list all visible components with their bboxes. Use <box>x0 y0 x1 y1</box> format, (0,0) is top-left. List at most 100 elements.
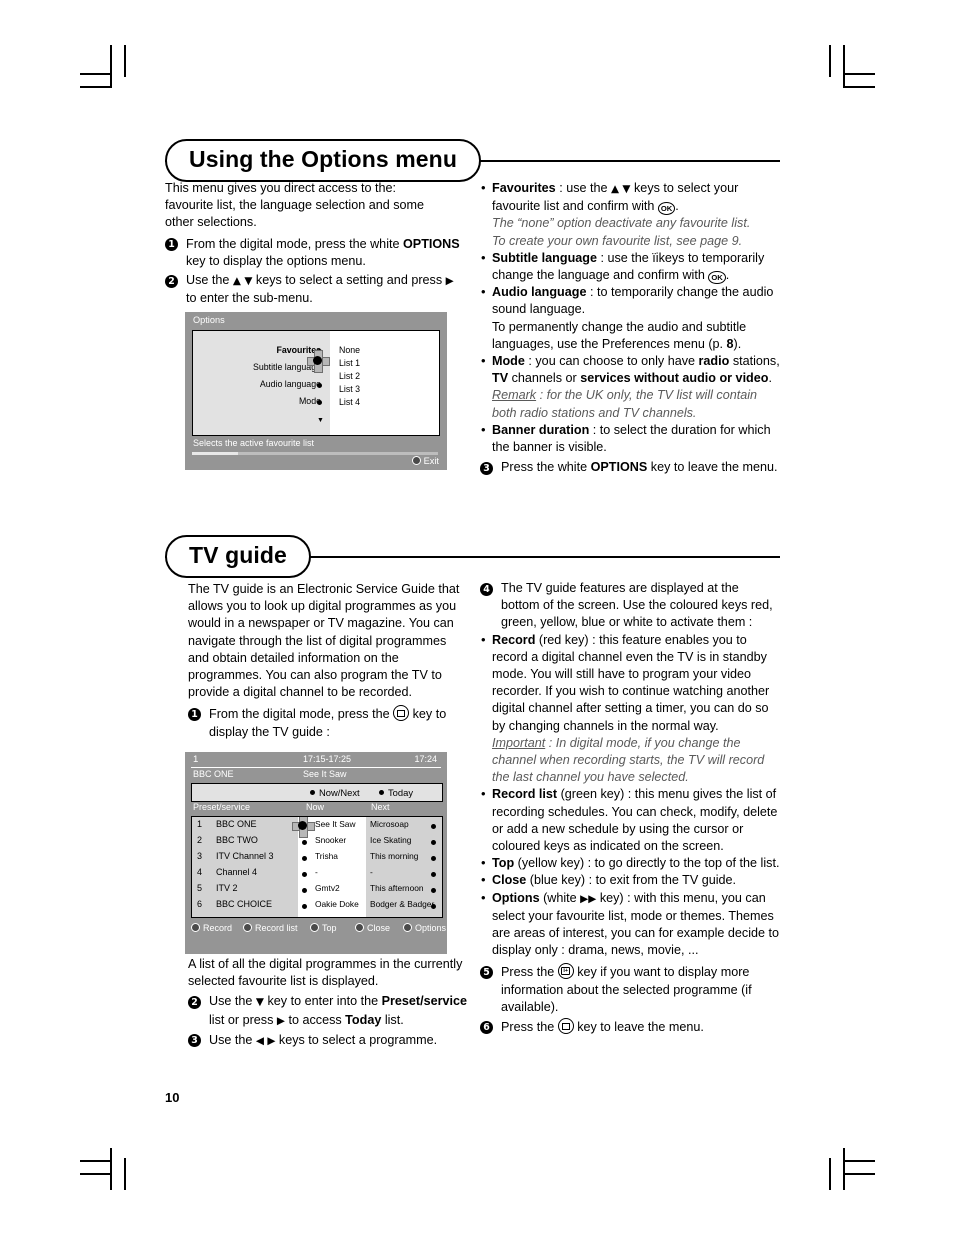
osd-item-dot-icon <box>317 400 322 405</box>
footer-key-close[interactable]: Close <box>355 923 390 933</box>
exit-key-dot-icon <box>411 456 421 465</box>
numbered-step: 5 Press the key if you want to display mo… <box>480 963 780 1016</box>
osd-value-option-3[interactable]: List 2 <box>339 371 360 381</box>
row-now-programme: Oakie Doke <box>315 899 359 909</box>
crop-mark <box>110 1148 112 1190</box>
step-text: Use the ◀ ▶ keys to select a programme. <box>209 1032 438 1047</box>
heading-pill-options: Using the Options menu <box>165 139 481 182</box>
row-next-dot-icon <box>431 856 436 861</box>
navigation-cursor-icon <box>292 817 315 838</box>
bullet-item: Record list (green key) : this menu give… <box>480 785 780 855</box>
crop-mark <box>843 1173 875 1175</box>
osd-menu-item-4[interactable]: Mode <box>203 396 321 406</box>
row-next-dot-icon <box>431 824 436 829</box>
step-number: 1 <box>188 707 201 721</box>
step-text: Press the key to leave the menu. <box>501 1018 704 1035</box>
note-text: Important : In digital mode, if you chan… <box>492 735 765 785</box>
tvguide-programme-name: See It Saw <box>303 769 347 779</box>
row-next-dot-icon <box>431 872 436 877</box>
step-text: Press the key if you want to display mor… <box>501 963 752 1014</box>
tab-today[interactable]: Today <box>379 787 413 798</box>
tvguide-step-4: 4 The TV guide features are displayed at … <box>480 580 780 632</box>
options-intro-text: This menu gives you direct access to the… <box>165 181 425 230</box>
crop-mark <box>124 45 126 77</box>
row-now-programme: - <box>315 867 318 877</box>
osd-status-text: Selects the active favourite list <box>193 438 315 448</box>
tab-now-next[interactable]: Now/Next <box>310 787 360 798</box>
tvguide-channel-name: BBC ONE <box>193 769 234 779</box>
crop-mark <box>110 45 112 87</box>
footer-key-dot-icon <box>310 923 319 932</box>
column-header-now: Now <box>306 802 325 812</box>
column-header-next: Next <box>371 802 390 812</box>
osd-value-option-5[interactable]: List 4 <box>339 397 360 407</box>
crop-mark <box>843 45 845 87</box>
row-next-programme: Ice Skating <box>370 835 412 845</box>
column-header-preset: Preset/service <box>193 802 251 812</box>
tvguide-row[interactable]: 3 ITV Channel 3 Trisha This morning <box>192 851 442 867</box>
row-preset-number: 4 <box>197 867 203 877</box>
page-number: 10 <box>165 1090 180 1105</box>
osd-value-option-1[interactable]: None <box>339 345 360 355</box>
footer-key-options[interactable]: Options <box>403 923 446 933</box>
row-next-programme: Bodger & Badger <box>370 899 435 909</box>
numbered-step: 2 Use the ▼ key to enter into the Preset/… <box>188 993 470 1029</box>
options-menu-screenshot: Options Favourites Subtitle language Audio… <box>185 312 447 470</box>
tvguide-footer-keys: Record Record list Top Close Options <box>185 922 447 936</box>
tvguide-row[interactable]: 4 Channel 4 - - <box>192 867 442 883</box>
crop-mark <box>80 1173 112 1175</box>
note-text: Remark : for the UK only, the TV list wi… <box>492 388 758 420</box>
numbered-step: 3 Press the white OPTIONS key to leave th… <box>480 459 780 476</box>
tvguide-step-1: 1 From the digital mode, press the key to… <box>188 705 470 740</box>
options-steps-list: 1 From the digital mode, press the white … <box>165 236 465 308</box>
footer-key-record[interactable]: Record <box>191 923 232 933</box>
crop-mark <box>80 86 112 88</box>
osd-menu-item-3[interactable]: Audio language <box>203 379 321 389</box>
tvguide-tab-bar: Now/Next Today <box>191 783 443 802</box>
osd-title: Options <box>193 315 225 325</box>
tvguide-row[interactable]: 1 BBC ONE See It Saw Microsoap <box>192 819 442 835</box>
row-now-dot-icon <box>302 872 307 877</box>
tvguide-section-heading: TV guide <box>165 535 780 578</box>
numbered-step: 6 Press the key to leave the menu. <box>480 1018 780 1036</box>
footer-key-top[interactable]: Top <box>310 923 337 933</box>
bullet-item: Record (red key) : this feature enables … <box>480 631 780 735</box>
footer-key-record-list[interactable]: Record list <box>243 923 298 933</box>
step-text: Press the white OPTIONS key to leave the… <box>501 460 778 475</box>
tvguide-intro-column: The TV guide is an Electronic Service Gu… <box>188 581 470 741</box>
row-next-dot-icon <box>431 840 436 845</box>
tvguide-steps-5-6: 5 Press the key if you want to display mo… <box>480 963 780 1036</box>
row-preset-number: 2 <box>197 835 203 845</box>
crop-mark <box>829 45 831 77</box>
footer-key-dot-icon <box>403 923 412 932</box>
crop-mark <box>843 1148 845 1190</box>
tvguide-preset-number: 1 <box>193 754 199 765</box>
row-next-dot-icon <box>431 888 436 893</box>
step-number: 3 <box>480 461 493 475</box>
row-channel-name: ITV 2 <box>216 883 238 893</box>
row-preset-number: 5 <box>197 883 203 893</box>
osd-value-option-4[interactable]: List 3 <box>339 384 360 394</box>
osd-value-option-2[interactable]: List 1 <box>339 358 360 368</box>
numbered-step: 3 Use the ◀ ▶ keys to select a programme. <box>188 1032 470 1050</box>
tvguide-left-steps: 2 Use the ▼ key to enter into the Preset/… <box>188 993 470 1050</box>
step-text: From the digital mode, press the white O… <box>186 236 460 268</box>
tvguide-time-range: 17:15-17:25 <box>303 754 352 764</box>
bullet-item: Audio language : to temporarily change t… <box>480 283 780 318</box>
tvguide-column-headers: Preset/service Now Next <box>185 802 447 815</box>
osd-menu-item-2[interactable]: Subtitle language <box>203 362 321 372</box>
osd-menu-item-1[interactable]: Favourites <box>203 345 322 355</box>
options-final-step: 3 Press the white OPTIONS key to leave th… <box>480 459 780 476</box>
numbered-step: 1 From the digital mode, press the white … <box>165 236 465 270</box>
row-channel-name: Channel 4 <box>216 867 258 877</box>
tvguide-row[interactable]: 2 BBC TWO Snooker Ice Skating <box>192 835 442 851</box>
osd-body: Favourites Subtitle language Audio languag… <box>192 330 440 436</box>
step-number: 2 <box>165 274 178 288</box>
bullet-item: Mode : you can choose to only have radio… <box>480 352 780 387</box>
tvguide-intro-text: The TV guide is an Electronic Service Gu… <box>188 582 460 700</box>
tvguide-row[interactable]: 6 BBC CHOICE Oakie Doke Bodger & Badger <box>192 899 442 915</box>
crop-mark <box>843 86 875 88</box>
step-text: Use the ▼ key to enter into the Preset/s… <box>209 994 468 1027</box>
crop-mark <box>80 1160 112 1162</box>
tvguide-row[interactable]: 5 ITV 2 Gmtv2 This afternoon <box>192 883 442 899</box>
